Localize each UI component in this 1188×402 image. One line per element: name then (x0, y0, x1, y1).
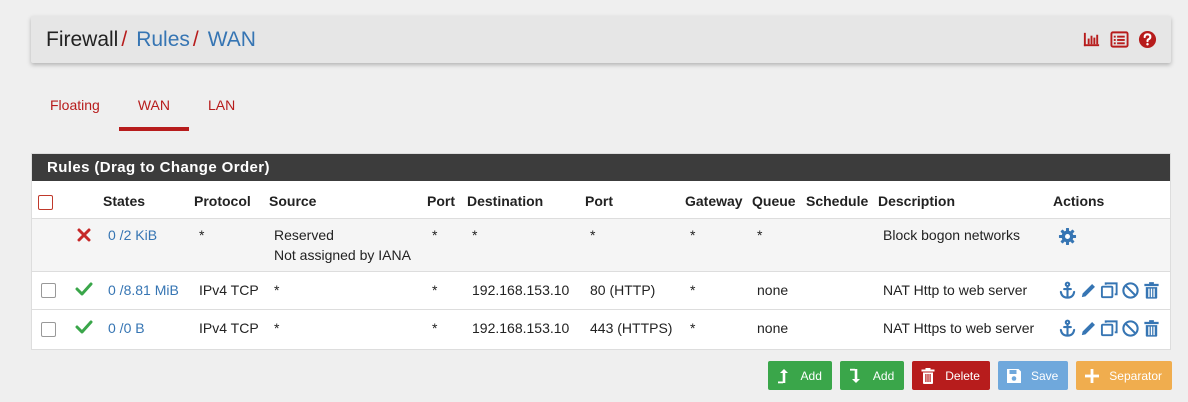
queue-cell: none (752, 308, 806, 347)
help-icon[interactable] (1138, 30, 1157, 49)
description-cell: NAT Http to web server (878, 270, 1053, 309)
add-top-label: Add (800, 368, 822, 383)
add-bottom-label: Add (872, 368, 895, 383)
schedule-cell (806, 270, 878, 309)
source-cell: * (269, 308, 427, 347)
list-icon[interactable] (1110, 30, 1129, 49)
row-checkbox[interactable] (41, 283, 56, 299)
separator-button[interactable]: Separator (1076, 361, 1172, 390)
tab-wan[interactable]: WAN (118, 88, 190, 131)
destination-port-cell: 443 (HTTPS) (585, 308, 685, 347)
breadcrumb-root: Firewall (46, 27, 119, 51)
trash-icon (921, 367, 935, 384)
destination-port-cell: * (585, 217, 685, 271)
col-source-port: Port (427, 193, 455, 210)
rules-panel: Rules (Drag to Change Order) States Prot… (31, 153, 1171, 350)
description-cell: Block bogon networks (878, 217, 1053, 271)
copy-icon[interactable] (1100, 319, 1119, 338)
col-source: Source (269, 193, 317, 210)
protocol-cell: IPv4 TCP (194, 270, 269, 309)
destination-port-cell: 80 (HTTP) (585, 270, 685, 309)
arrow-up-icon (777, 368, 788, 383)
states-link[interactable]: 0 /2 KiB (108, 227, 157, 243)
disable-icon[interactable] (1121, 281, 1140, 300)
queue-cell: none (752, 270, 806, 309)
source-note: Not assigned by IANA (274, 246, 411, 263)
plus-icon (1085, 368, 1100, 383)
source-cell: * (269, 270, 427, 309)
col-gateway: Gateway (685, 193, 743, 210)
tab-lan[interactable]: LAN (189, 88, 254, 131)
protocol-cell: IPv4 TCP (194, 308, 269, 347)
col-states: States (103, 193, 146, 210)
anchor-icon[interactable] (1058, 281, 1077, 300)
add-top-button[interactable]: Add (767, 361, 832, 390)
panel-title: Rules (Drag to Change Order) (32, 154, 1170, 181)
save-label: Save (1030, 368, 1059, 383)
tab-floating[interactable]: Floating (31, 88, 119, 131)
source-cell: Reserved Not assigned by IANA (269, 217, 427, 271)
col-destination-port: Port (585, 193, 613, 210)
gateway-cell: * (685, 308, 752, 347)
trash-icon[interactable] (1142, 319, 1161, 338)
pass-check-icon (75, 320, 93, 334)
queue-cell: * (752, 217, 806, 271)
delete-label: Delete (945, 368, 980, 383)
copy-icon[interactable] (1100, 281, 1119, 300)
source-port-cell: * (427, 217, 467, 271)
col-actions: Actions (1053, 193, 1105, 210)
source-port-cell: * (427, 308, 467, 347)
destination-cell: 192.168.153.10 (467, 270, 585, 309)
add-bottom-button[interactable]: Add (839, 361, 905, 390)
table-row[interactable]: 0 /0 B IPv4 TCP * * 192.168.153.10 443 (… (32, 308, 1170, 347)
pass-check-icon (75, 282, 93, 295)
arrow-down-icon (849, 368, 860, 383)
gateway-cell: * (685, 217, 752, 271)
breadcrumb-separator: / (192, 27, 199, 51)
gear-icon[interactable] (1058, 227, 1077, 246)
breadcrumb-wan-link[interactable]: WAN (208, 28, 256, 52)
col-schedule: Schedule (806, 193, 869, 210)
breadcrumb-rules-link[interactable]: Rules (136, 28, 190, 52)
anchor-icon[interactable] (1058, 319, 1077, 338)
destination-cell: * (467, 217, 585, 271)
save-button[interactable]: Save (997, 361, 1069, 390)
disable-icon[interactable] (1121, 319, 1140, 338)
schedule-cell (806, 217, 878, 271)
destination-cell: 192.168.153.10 (467, 308, 585, 347)
table-row[interactable]: 0 /8.81 MiB IPv4 TCP * * 192.168.153.10 … (32, 270, 1170, 309)
states-link[interactable]: 0 /8.81 MiB (108, 282, 179, 298)
edit-pencil-icon[interactable] (1079, 281, 1098, 300)
interface-tabs: Floating WAN LAN (31, 88, 254, 132)
row-actions (1058, 281, 1170, 300)
col-description: Description (878, 193, 956, 210)
description-cell: NAT Https to web server (878, 308, 1053, 347)
source-port-cell: * (427, 270, 467, 309)
protocol-cell: * (194, 217, 269, 271)
breadcrumb: Firewall / Rules / WAN (31, 16, 1171, 63)
header-icons (1082, 30, 1157, 49)
breadcrumb-separator: / (121, 27, 128, 51)
trash-icon[interactable] (1142, 281, 1161, 300)
states-link[interactable]: 0 /0 B (108, 320, 145, 336)
col-destination: Destination (467, 193, 544, 210)
source-text: Reserved (274, 226, 334, 243)
row-checkbox[interactable] (41, 321, 56, 337)
schedule-cell (806, 308, 878, 347)
col-protocol: Protocol (194, 193, 251, 210)
bar-chart-icon[interactable] (1082, 30, 1101, 49)
button-row: Add Add Delete Save Separator (767, 361, 1172, 390)
table-row[interactable]: 0 /2 KiB * Reserved Not assigned by IANA… (32, 217, 1170, 271)
save-disk-icon (1006, 368, 1021, 383)
edit-pencil-icon[interactable] (1079, 319, 1098, 338)
block-icon (77, 228, 91, 241)
rules-table: States Protocol Source Port Destination … (32, 181, 1170, 347)
select-all-checkbox[interactable] (38, 194, 53, 210)
gateway-cell: * (685, 270, 752, 309)
delete-button[interactable]: Delete (912, 361, 990, 390)
row-actions (1058, 319, 1170, 338)
separator-label: Separator (1109, 368, 1162, 383)
col-queue: Queue (752, 193, 796, 210)
